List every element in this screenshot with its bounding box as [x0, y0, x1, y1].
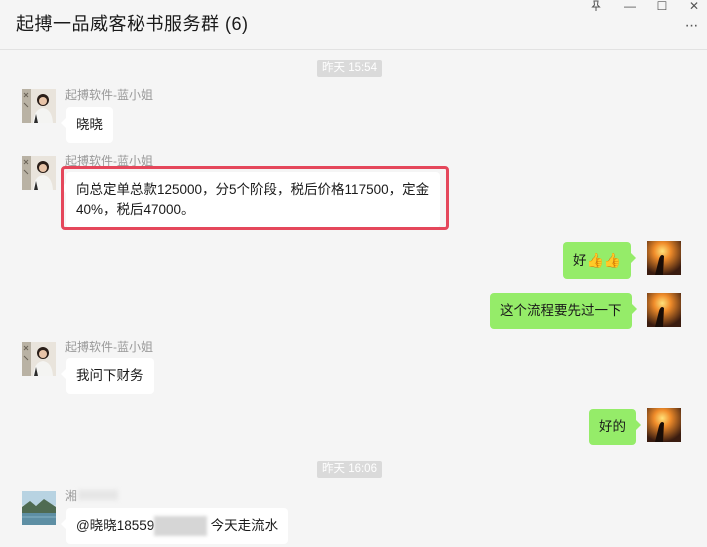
message-bubble[interactable]: 晓晓 — [61, 107, 113, 143]
avatar-self[interactable] — [647, 241, 681, 275]
sender-name-visible: 湘 — [65, 489, 78, 503]
thumbs-up-icon: 👍👍 — [586, 252, 622, 268]
maximize-icon[interactable]: ☐ — [651, 0, 673, 14]
pin-icon[interactable] — [585, 0, 607, 14]
sender-name: 湘 — [65, 487, 77, 504]
avatar-self[interactable] — [647, 293, 681, 327]
avatar[interactable] — [22, 89, 56, 123]
message-bubble[interactable]: 我问下财务 — [61, 358, 154, 394]
sender-name: 起搏软件-蓝小姐 — [65, 340, 153, 354]
minimize-icon[interactable]: — — [619, 0, 641, 14]
more-options-icon[interactable]: ··· — [679, 18, 703, 36]
message-bubble-self[interactable]: 这个流程要先过一下 — [490, 293, 636, 329]
message-bubble[interactable]: @晓晓185592277089 今天走流水 — [60, 508, 289, 545]
avatar-self[interactable] — [647, 408, 681, 442]
avatar[interactable] — [22, 491, 56, 525]
message-bubble-self[interactable]: 好的 — [589, 409, 641, 445]
avatar[interactable] — [22, 156, 56, 190]
time-divider: 昨天 15:54 — [317, 60, 382, 77]
chat-title: 起搏一品威客秘书服务群 (6) — [16, 14, 249, 34]
redacted-phone: 2277089 — [154, 516, 207, 537]
message-bubble-self[interactable]: 好👍👍 — [563, 242, 637, 279]
highlight-annotation — [61, 166, 449, 230]
sender-name: 起搏软件-蓝小姐 — [65, 88, 153, 102]
time-divider: 昨天 16:06 — [317, 461, 382, 478]
message-text: @晓晓18559 — [76, 518, 155, 533]
chat-header: 起搏一品威客秘书服务群 (6) — ☐ ✕ ··· — [0, 0, 707, 50]
avatar[interactable] — [22, 342, 56, 376]
close-icon[interactable]: ✕ — [683, 0, 705, 14]
redacted-name — [78, 490, 118, 500]
message-text: 好 — [573, 253, 587, 268]
message-text: 今天走流水 — [206, 518, 279, 533]
